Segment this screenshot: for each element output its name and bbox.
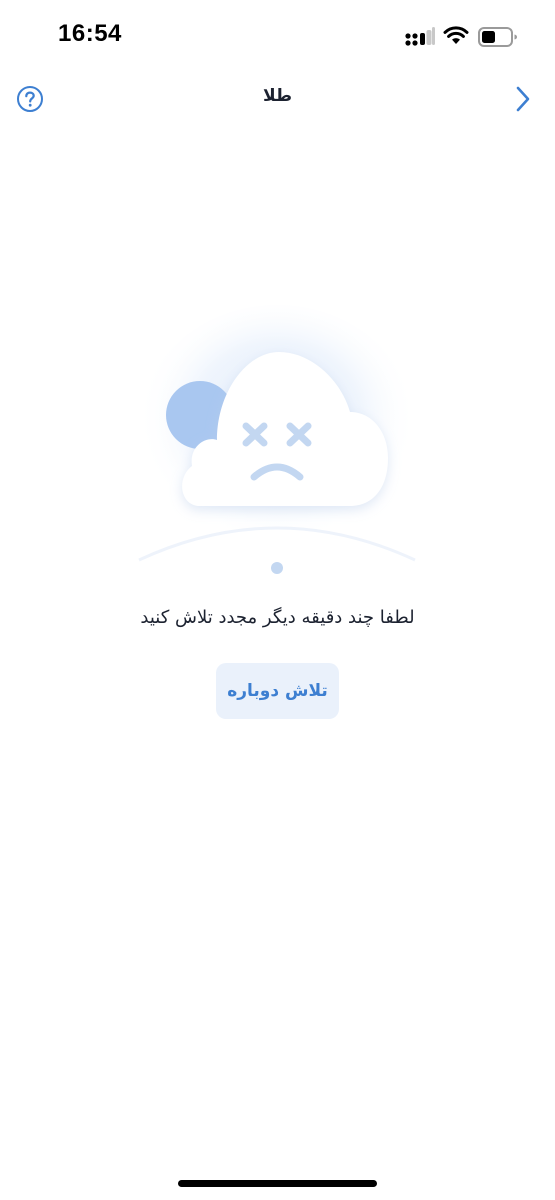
battery-icon bbox=[478, 27, 517, 47]
signal-icon bbox=[405, 27, 435, 46]
status-bar: 16:54 bbox=[0, 0, 555, 76]
retry-button[interactable]: تلاش دوباره bbox=[216, 663, 339, 719]
status-time: 16:54 bbox=[58, 20, 122, 47]
wifi-icon bbox=[443, 26, 469, 44]
chevron-right-icon[interactable] bbox=[512, 83, 534, 115]
nav-bar: طلا bbox=[0, 76, 555, 122]
page-title: طلا bbox=[263, 86, 292, 106]
sad-cloud-icon bbox=[137, 305, 417, 590]
home-indicator[interactable] bbox=[178, 1180, 377, 1187]
error-message: لطفا چند دقیقه دیگر مجدد تلاش کنید bbox=[140, 607, 415, 628]
